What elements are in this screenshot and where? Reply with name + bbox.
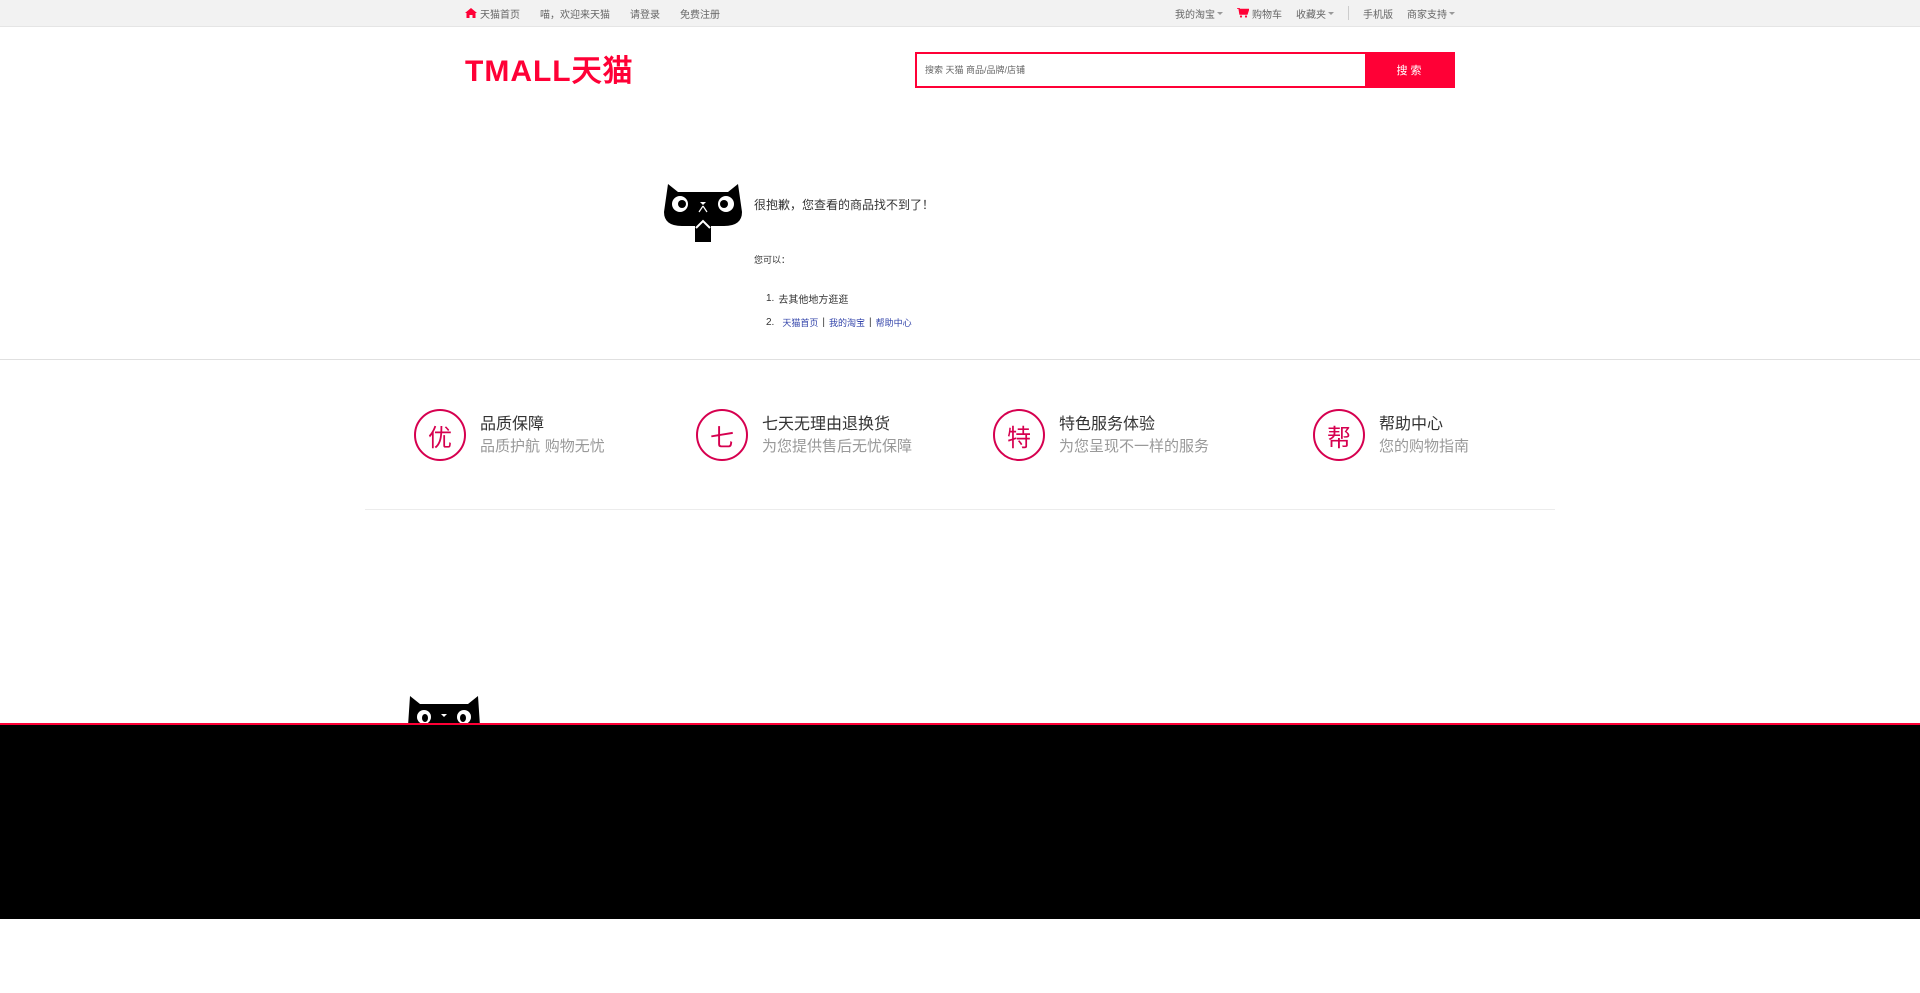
list-item: 2. 天猫首页 | 我的淘宝 | 帮助中心 [766,310,916,334]
service-title: 七天无理由退换货 [762,414,891,433]
service-special-experience[interactable]: 特 特色服务体验 为您呈现不一样的服务 [993,409,1209,461]
service-title: 品质保障 [480,414,545,433]
section-divider [0,359,1920,360]
special-icon: 特 [993,409,1045,461]
list-item: 1. 去其他地方逛逛 [766,286,916,310]
page-footer [0,723,1920,919]
service-title: 特色服务体验 [1059,414,1156,433]
section-divider [365,509,1555,510]
tmall-logo[interactable]: TMALL天猫 [465,52,645,88]
help-center-suggestion-link[interactable]: 帮助中心 [876,316,912,329]
tmall-home-link[interactable]: 天猫首页 [465,6,520,21]
login-link[interactable]: 请登录 [630,6,660,21]
service-text: 帮助中心 您的购物指南 [1379,413,1469,457]
tmall-home-label: 天猫首页 [480,9,520,21]
top-bar-right: 我的淘宝 购物车 收藏夹 手机版 商家支持 [1161,0,1455,26]
service-title: 帮助中心 [1379,414,1444,433]
merchant-support-menu[interactable]: 商家支持 [1407,6,1455,21]
link-separator: | [868,316,872,328]
my-taobao-menu[interactable]: 我的淘宝 [1175,6,1223,21]
top-bar-separator [1348,6,1349,20]
list-text: 去其他地方逛逛 [778,294,849,306]
register-label: 免费注册 [680,9,720,21]
mobile-link[interactable]: 手机版 [1363,6,1393,21]
quality-icon: 优 [414,409,466,461]
top-bar: 天猫首页 喵，欢迎来天猫 请登录 免费注册 我的淘宝 购物车 收藏夹 手机版 商… [0,0,1920,27]
cart-icon [1237,8,1249,18]
caret-down-icon [1449,11,1455,15]
welcome-label: 喵，欢迎来天猫 [540,9,610,21]
cart-link[interactable]: 购物车 [1237,6,1282,21]
welcome-text: 喵，欢迎来天猫 [540,6,610,21]
search-button[interactable]: 搜 索 [1365,54,1453,86]
service-quality[interactable]: 优 品质保障 品质护航 购物无忧 [414,409,605,461]
seven-day-icon: 七 [696,409,748,461]
favorites-label: 收藏夹 [1296,9,1326,21]
error-suggestion-label: 您可以： [754,255,791,265]
tmall-home-suggestion-link[interactable]: 天猫首页 [782,316,818,329]
search-input[interactable] [917,54,1365,86]
help-icon: 帮 [1313,409,1365,461]
service-text: 七天无理由退换货 为您提供售后无忧保障 [762,413,912,457]
tmall-cat-mascot-icon [664,182,742,242]
service-subtitle: 品质护航 购物无忧 [480,437,605,455]
error-title: 很抱歉，您查看的商品找不到了！ [754,198,935,212]
service-subtitle: 为您提供售后无忧保障 [762,437,913,455]
footer-cat-icon [408,696,480,726]
search-bar: 搜 索 [915,52,1455,88]
service-subtitle: 为您呈现不一样的服务 [1059,437,1210,455]
top-bar-inner: 天猫首页 喵，欢迎来天猫 请登录 免费注册 我的淘宝 购物车 收藏夹 手机版 商… [465,0,1455,26]
cart-label: 购物车 [1252,9,1282,21]
home-icon [465,8,477,18]
merchant-support-label: 商家支持 [1407,9,1447,21]
service-help-center[interactable]: 帮 帮助中心 您的购物指南 [1313,409,1469,461]
service-text: 特色服务体验 为您呈现不一样的服务 [1059,413,1209,457]
service-seven-day-return[interactable]: 七 七天无理由退换货 为您提供售后无忧保障 [696,409,912,461]
mobile-label: 手机版 [1363,9,1393,21]
service-text: 品质保障 品质护航 购物无忧 [480,413,605,457]
my-taobao-label: 我的淘宝 [1175,9,1215,21]
list-number: 2. [766,316,775,328]
link-separator: | [822,316,825,328]
caret-down-icon [1217,11,1223,15]
my-taobao-suggestion-link[interactable]: 我的淘宝 [829,316,865,329]
caret-down-icon [1328,11,1334,15]
list-number: 1. [766,292,775,304]
tmall-logo-text: TMALL天猫 [465,55,634,88]
top-bar-left: 天猫首页 喵，欢迎来天猫 请登录 免费注册 [465,0,740,26]
login-label: 请登录 [630,9,660,21]
register-link[interactable]: 免费注册 [680,6,720,21]
service-subtitle: 您的购物指南 [1379,437,1470,455]
favorites-menu[interactable]: 收藏夹 [1296,6,1334,21]
error-suggestion-list: 1. 去其他地方逛逛 2. 天猫首页 | 我的淘宝 | 帮助中心 [766,286,916,334]
